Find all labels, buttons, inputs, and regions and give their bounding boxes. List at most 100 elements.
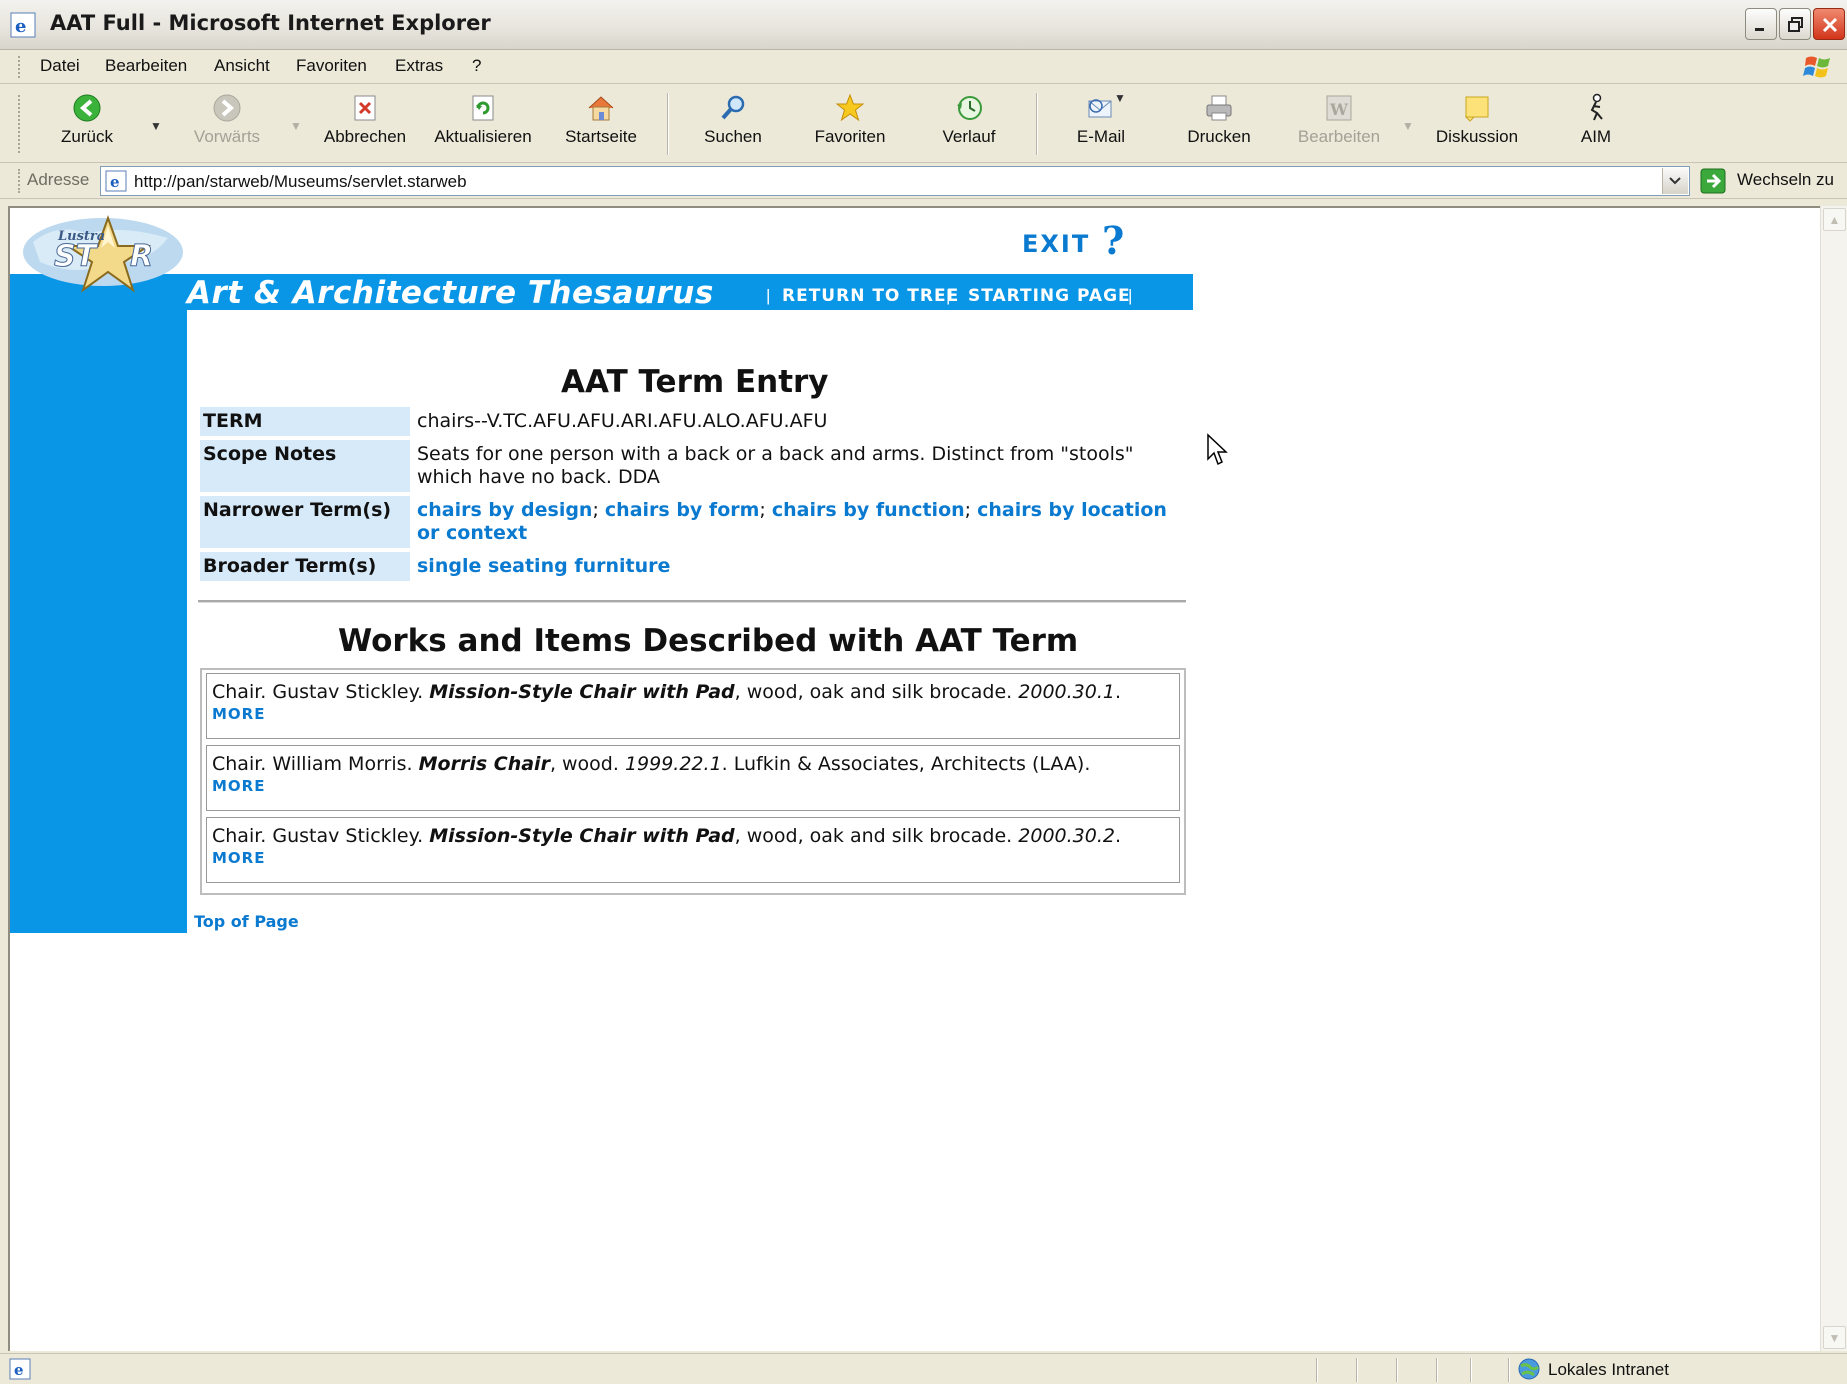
mail-dropdown-icon[interactable]: ▼ (1114, 91, 1126, 105)
work-citation: Chair. Gustav Stickley. Mission-Style Ch… (212, 825, 1121, 847)
return-to-tree-link[interactable]: RETURN TO TREE (782, 286, 959, 306)
aim-label: AIM (1580, 127, 1612, 146)
search-label: Suchen (704, 127, 762, 146)
menu-ansicht[interactable]: Ansicht (214, 56, 270, 76)
search-button[interactable]: Suchen (678, 93, 788, 157)
title-bar[interactable]: e AAT Full - Microsoft Internet Explorer (0, 0, 1847, 50)
narrower-term-link[interactable]: chairs by form (605, 499, 760, 521)
work-title: Mission-Style Chair with Pad (429, 825, 735, 847)
work-suffix: . Lufkin & Associates, Architects (LAA). (721, 753, 1091, 775)
close-button[interactable] (1813, 8, 1845, 40)
window-title: AAT Full - Microsoft Internet Explorer (50, 11, 491, 35)
standard-toolbar: Zurück ▼ Vorwärts ▼ Abbrechen Aktualisie… (0, 85, 1847, 163)
work-title: Mission-Style Chair with Pad (429, 681, 735, 703)
vertical-scrollbar[interactable]: ▲ ▼ (1820, 206, 1847, 1351)
minimize-button[interactable] (1745, 8, 1777, 40)
nav-separator: | (946, 286, 951, 305)
home-button[interactable]: Startseite (546, 93, 656, 157)
toolbar-separator (1036, 93, 1038, 155)
toolbar-grip[interactable] (18, 95, 21, 153)
address-url: http://pan/starweb/Museums/servlet.starw… (134, 172, 467, 191)
svg-text:e: e (14, 1361, 24, 1379)
work-maker: Chair. William Morris. (212, 753, 419, 775)
more-link[interactable]: MORE (212, 705, 265, 723)
discuss-button[interactable]: Diskussion (1422, 93, 1532, 157)
menu-grip[interactable] (18, 56, 21, 78)
help-question-icon[interactable]: ? (1102, 218, 1124, 263)
refresh-button[interactable]: Aktualisieren (428, 93, 538, 157)
nav-separator: | (766, 286, 771, 305)
work-maker: Chair. Gustav Stickley. (212, 681, 430, 703)
status-page-icon: e (9, 1358, 31, 1380)
address-dropdown-button[interactable] (1662, 168, 1688, 194)
word-edit-icon: W (1326, 95, 1352, 121)
menu-help[interactable]: ? (472, 56, 481, 76)
back-button[interactable]: Zurück (32, 93, 142, 157)
narrower-term-link[interactable]: chairs by function (772, 499, 965, 521)
menu-bearbeiten[interactable]: Bearbeiten (105, 56, 187, 76)
broader-terms-value: single seating furniture (414, 552, 1182, 581)
scope-notes-value: Seats for one person with a back or a ba… (417, 443, 1134, 488)
forward-button[interactable]: Vorwärts (172, 93, 282, 157)
status-divider (1508, 1358, 1510, 1382)
discussion-note-icon (1464, 96, 1489, 122)
history-button[interactable]: Verlauf (914, 93, 1024, 157)
stop-button[interactable]: Abbrechen (310, 93, 420, 157)
more-link[interactable]: MORE (212, 849, 265, 867)
exit-link[interactable]: EXIT (1022, 230, 1090, 258)
top-of-page-link[interactable]: Top of Page (194, 912, 299, 931)
scroll-down-icon[interactable]: ▼ (1823, 1326, 1846, 1349)
term-value: chairs--V.TC.AFU.AFU.ARI.AFU.ALO.AFU.AFU (417, 410, 828, 432)
favorites-label: Favoriten (814, 127, 886, 146)
status-divider (1396, 1358, 1398, 1382)
aim-button[interactable]: AIM (1541, 93, 1651, 157)
home-icon (588, 96, 614, 121)
go-button[interactable]: Wechseln zu (1737, 170, 1834, 190)
svg-text:ST: ST (54, 239, 99, 274)
close-icon (1822, 17, 1838, 33)
address-input[interactable]: e http://pan/starweb/Museums/servlet.sta… (100, 166, 1690, 196)
go-arrow-icon[interactable] (1700, 168, 1726, 194)
broader-term-link[interactable]: single seating furniture (417, 555, 670, 577)
address-grip[interactable] (18, 169, 21, 193)
nav-separator: | (1128, 286, 1133, 305)
back-dropdown-icon[interactable]: ▼ (150, 119, 162, 133)
scope-notes-label: Scope Notes (200, 440, 410, 492)
narrower-terms-value: chairs by design; chairs by form; chairs… (414, 496, 1182, 548)
term-label: TERM (200, 407, 410, 436)
address-label: Adresse (27, 170, 90, 189)
narrower-terms-label: Narrower Term(s) (200, 496, 410, 548)
mail-button[interactable]: E-Mail (1046, 93, 1156, 157)
stop-icon (354, 95, 376, 121)
broader-terms-label: Broader Term(s) (200, 552, 410, 581)
work-item: Chair. Gustav Stickley. Mission-Style Ch… (206, 673, 1180, 739)
print-button[interactable]: Drucken (1164, 93, 1274, 157)
edit-dropdown-icon[interactable]: ▼ (1402, 119, 1414, 133)
back-arrow-icon (73, 94, 101, 122)
restore-button[interactable] (1779, 8, 1811, 40)
favorites-button[interactable]: Favoriten (795, 93, 905, 157)
status-bar: e Lokales Intranet (0, 1353, 1847, 1384)
menu-favoriten[interactable]: Favoriten (296, 56, 367, 76)
work-citation: Chair. William Morris. Morris Chair, woo… (212, 753, 1090, 775)
scope-notes-row: Scope Notes Seats for one person with a … (200, 440, 1182, 492)
intranet-globe-icon (1518, 1358, 1540, 1380)
svg-text:W: W (1329, 100, 1349, 119)
term-entry-heading: AAT Term Entry (561, 364, 829, 400)
menu-extras[interactable]: Extras (395, 56, 443, 76)
work-item: Chair. Gustav Stickley. Mission-Style Ch… (206, 817, 1180, 883)
lustra-star-logo: Lustra ST R (23, 215, 183, 293)
narrower-term-link[interactable]: chairs by design (417, 499, 592, 521)
term-separator: ; (759, 499, 766, 521)
menu-datei[interactable]: Datei (40, 56, 80, 76)
windows-logo-icon (1803, 56, 1830, 78)
scroll-up-icon[interactable]: ▲ (1823, 208, 1846, 231)
more-link[interactable]: MORE (212, 777, 265, 795)
svg-text:e: e (110, 173, 120, 191)
edit-button[interactable]: W Bearbeiten (1284, 93, 1394, 157)
svg-text:R: R (130, 239, 153, 274)
starting-page-link[interactable]: STARTING PAGE (968, 286, 1131, 306)
restore-icon (1788, 17, 1803, 32)
forward-dropdown-icon[interactable]: ▼ (290, 119, 302, 133)
chevron-down-icon (1669, 177, 1681, 185)
